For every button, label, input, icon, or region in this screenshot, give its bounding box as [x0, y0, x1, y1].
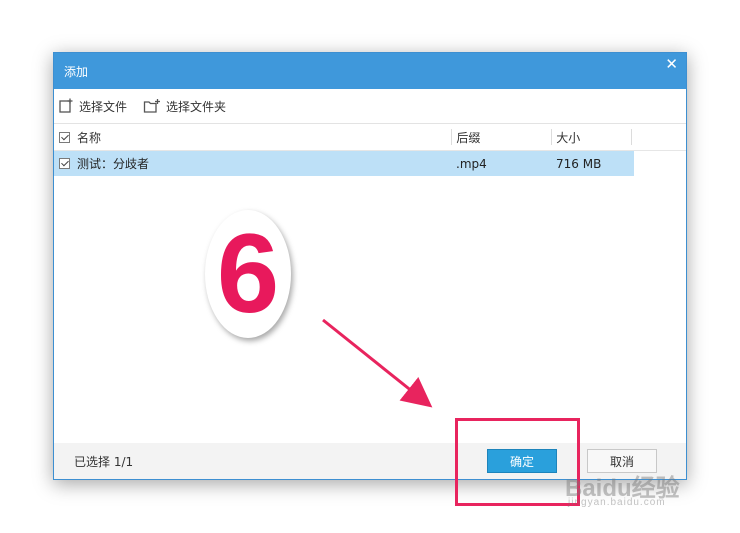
stage: 添加 ✕ 选择文件 选择文件夹 名称 后缀 大小 测试：分歧者 .mp4 716… [0, 0, 740, 533]
watermark-url: jingyan.baidu.com [568, 497, 666, 508]
step-number-badge: 6 [205, 210, 291, 338]
highlight-box [455, 418, 580, 506]
pointer-arrow [322, 318, 433, 408]
